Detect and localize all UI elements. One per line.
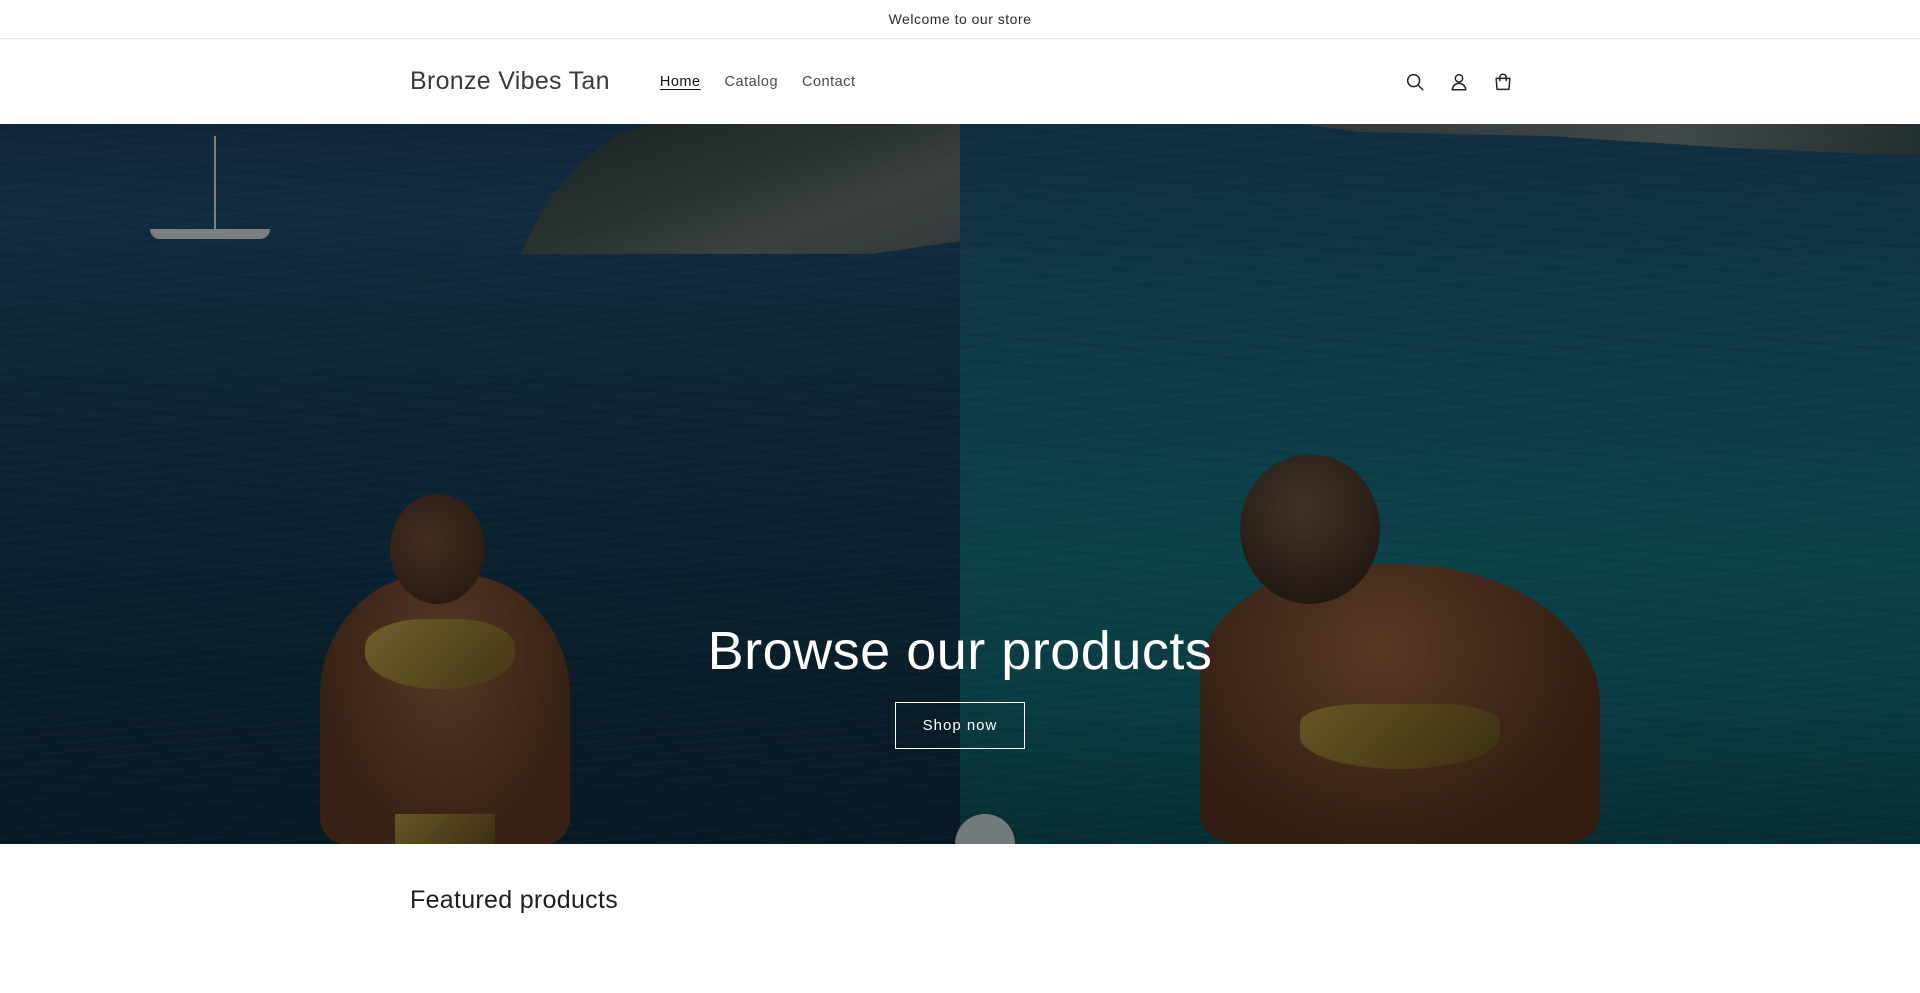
store-logo[interactable]: Bronze Vibes Tan bbox=[410, 67, 610, 96]
main-nav: Home Catalog Contact bbox=[648, 68, 868, 96]
hero-heading: Browse our products bbox=[707, 621, 1213, 681]
header-inner: Bronze Vibes Tan Home Catalog Contact bbox=[410, 39, 1511, 124]
featured-products-title: Featured products bbox=[410, 886, 618, 914]
header-icons bbox=[1402, 69, 1516, 95]
nav-item-catalog[interactable]: Catalog bbox=[713, 68, 790, 96]
account-icon[interactable] bbox=[1446, 69, 1472, 95]
hero-content: Browse our products Shop now bbox=[0, 616, 1920, 750]
nav-item-home[interactable]: Home bbox=[648, 68, 713, 96]
nav-item-contact[interactable]: Contact bbox=[790, 68, 867, 96]
announcement-text: Welcome to our store bbox=[888, 11, 1032, 27]
cart-icon[interactable] bbox=[1490, 69, 1516, 95]
search-icon[interactable] bbox=[1402, 69, 1428, 95]
featured-products-section: Featured products bbox=[0, 844, 1920, 993]
site-header: Bronze Vibes Tan Home Catalog Contact bbox=[0, 39, 1920, 124]
announcement-bar: Welcome to our store bbox=[0, 0, 1920, 39]
shop-now-button[interactable]: Shop now bbox=[895, 702, 1025, 750]
hero-banner: Browse our products Shop now bbox=[0, 124, 1920, 844]
